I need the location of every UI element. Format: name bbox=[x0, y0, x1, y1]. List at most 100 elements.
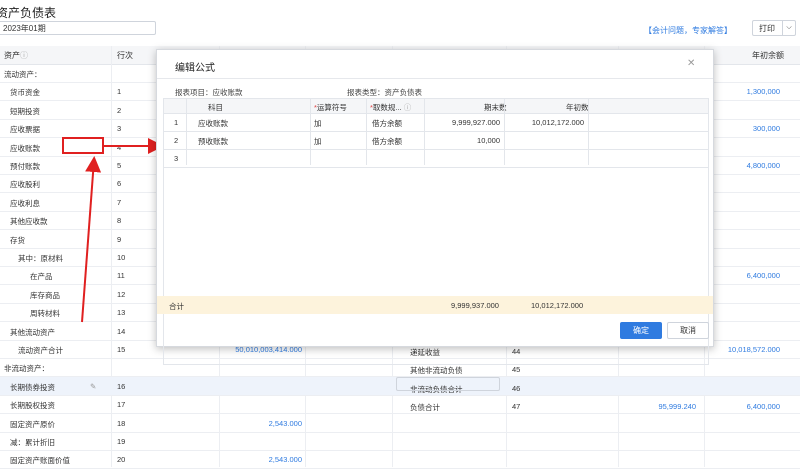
formula-op[interactable]: 加 bbox=[314, 118, 322, 129]
row-label: 其他应收款 bbox=[10, 217, 48, 227]
formula-rule[interactable]: 借方余额 bbox=[372, 118, 402, 129]
table-row: 固定资产账面价值 20 2,543.000 bbox=[0, 450, 800, 469]
liability-line: 47 bbox=[512, 402, 521, 412]
row-label: 非流动资产： bbox=[4, 364, 49, 374]
formula-subject[interactable]: 应收账款 bbox=[198, 118, 228, 129]
row-line: 6 bbox=[117, 179, 122, 189]
print-button[interactable]: 打印 ⌵ bbox=[752, 20, 796, 36]
row-line: 20 bbox=[117, 455, 126, 465]
row-line: 5 bbox=[117, 161, 122, 170]
dialog-title: 编辑公式 bbox=[175, 63, 215, 74]
row-line: 3 bbox=[117, 124, 122, 134]
cancel-button[interactable]: 取消 bbox=[667, 322, 709, 339]
table-row: 固定资产原价 18 2,543.000 bbox=[0, 414, 800, 433]
liability-line: 46 bbox=[512, 383, 521, 393]
chevron-down-icon[interactable]: ⌵ bbox=[782, 21, 795, 35]
row-line: 19 bbox=[117, 437, 126, 446]
row-begin-value[interactable]: 6,400,000 bbox=[747, 271, 780, 280]
formula-op[interactable]: 加 bbox=[314, 136, 322, 147]
row-label: 应收票据 bbox=[10, 125, 40, 135]
row-line: 16 bbox=[117, 381, 126, 391]
row-label: 短期投资 bbox=[10, 106, 40, 116]
row-line: 17 bbox=[117, 400, 126, 410]
row-line: 1 bbox=[117, 87, 122, 97]
formula-subject[interactable]: 预收账款 bbox=[198, 136, 228, 147]
formula-end[interactable]: 9,999,927.000 bbox=[452, 118, 500, 127]
row-line: 8 bbox=[117, 216, 122, 226]
formula-no: 1 bbox=[174, 118, 179, 127]
row-line: 13 bbox=[117, 308, 126, 318]
liability-end-value[interactable]: 95,999.240 bbox=[658, 402, 696, 411]
liability-begin-value[interactable]: 6,400,000 bbox=[747, 402, 780, 411]
row-line: 12 bbox=[117, 289, 126, 299]
row-end-value[interactable]: 2,543.000 bbox=[269, 455, 302, 464]
row-label: 其中：原材料 bbox=[18, 254, 63, 263]
row-line: 10 bbox=[117, 253, 126, 262]
edit-icon[interactable]: ✎ bbox=[90, 382, 96, 391]
row-label: 预付账款 bbox=[10, 162, 40, 171]
liability-line: 45 bbox=[512, 365, 521, 375]
row-label: 应收利息 bbox=[10, 198, 40, 208]
formula-row[interactable]: 1 应收账款 加 借方余额 9,999,927.000 10,012,172.000 bbox=[164, 113, 708, 132]
formula-no: 2 bbox=[174, 136, 179, 145]
row-line: 14 bbox=[117, 326, 126, 336]
table-row: 减：累计折旧 19 bbox=[0, 432, 800, 451]
help-icon[interactable]: ⓘ bbox=[404, 103, 412, 112]
total-row: 合计 9,999,937.000 10,012,172.000 bbox=[157, 296, 713, 314]
formula-row[interactable]: 2 预收账款 加 借方余额 10,000 bbox=[164, 131, 708, 150]
formula-rule[interactable]: 借方余额 bbox=[372, 136, 402, 147]
row-line: 18 bbox=[117, 418, 126, 428]
print-label: 打印 bbox=[759, 23, 775, 33]
row-label: 应收股利 bbox=[10, 180, 40, 190]
row-line: 4 bbox=[117, 142, 122, 152]
confirm-button[interactable]: 确定 bbox=[620, 322, 662, 339]
row-label: 长期股权投资 bbox=[10, 401, 55, 411]
row-line: 11 bbox=[117, 271, 125, 281]
row-label: 周转材料 bbox=[30, 309, 60, 319]
close-icon[interactable]: ✕ bbox=[687, 58, 695, 69]
row-label: 固定资产原价 bbox=[10, 419, 55, 429]
total-begin: 10,012,172.000 bbox=[531, 301, 584, 310]
row-begin-value[interactable]: 300,000 bbox=[753, 124, 780, 133]
liability-label: 其他非流动负债 bbox=[410, 366, 463, 376]
col-begin: 年初数 bbox=[566, 103, 589, 112]
col-op: 运算符号 bbox=[316, 103, 347, 112]
highlight-box bbox=[62, 137, 104, 154]
report-type: 报表类型：资产负债表 bbox=[347, 88, 422, 97]
edit-formula-dialog: 编辑公式 ✕ 报表项目：应收账款 报表类型：资产负债表 科目 *运算符号 *取数… bbox=[156, 49, 714, 365]
period-select[interactable]: 2023年01期 bbox=[0, 21, 156, 35]
col-begin: 年初余额 bbox=[752, 51, 784, 60]
liability-label: 负债合计 bbox=[410, 403, 440, 413]
row-label: 应收账款 bbox=[10, 143, 40, 153]
row-label: 其他流动资产 bbox=[10, 327, 55, 337]
row-line: 7 bbox=[117, 197, 122, 207]
row-line: 9 bbox=[117, 234, 122, 244]
total-label: 合计 bbox=[169, 302, 184, 311]
col-rule: 取数规... bbox=[372, 103, 402, 112]
row-end-value[interactable]: 2,543.000 bbox=[269, 419, 302, 428]
col-asset: 资产 bbox=[4, 51, 20, 60]
row-begin-value[interactable]: 4,800,000 bbox=[747, 161, 780, 170]
row-label: 库存商品 bbox=[30, 290, 60, 300]
row-label: 流动资产合计 bbox=[18, 346, 63, 355]
col-line: 行次 bbox=[117, 51, 133, 60]
formula-row[interactable]: 3 bbox=[164, 149, 708, 168]
row-label: 流动资产： bbox=[4, 70, 42, 79]
help-icon[interactable]: ⓘ bbox=[20, 50, 28, 61]
total-end: 9,999,937.000 bbox=[451, 301, 499, 310]
help-link[interactable]: 【会计问题，专家解答】 bbox=[644, 25, 732, 36]
row-label: 减：累计折旧 bbox=[10, 438, 55, 447]
row-line: 2 bbox=[117, 105, 122, 115]
row-label: 货币资金 bbox=[10, 88, 40, 98]
formula-end[interactable]: 10,000 bbox=[477, 136, 500, 145]
noncurrent-liabilities-cell[interactable] bbox=[396, 377, 500, 391]
formula-begin[interactable]: 10,012,172.000 bbox=[532, 118, 584, 127]
row-label: 存货 bbox=[10, 235, 25, 245]
row-begin-value[interactable]: 10,018,572.000 bbox=[728, 345, 780, 354]
row-label: 长期债券投资 bbox=[10, 382, 55, 392]
col-subject: 科目 bbox=[208, 103, 223, 112]
row-begin-value[interactable]: 1,300,000 bbox=[747, 87, 780, 96]
row-label: 固定资产账面价值 bbox=[10, 456, 70, 466]
row-line: 15 bbox=[117, 345, 126, 354]
page-title: 资产负债表 bbox=[0, 6, 57, 20]
